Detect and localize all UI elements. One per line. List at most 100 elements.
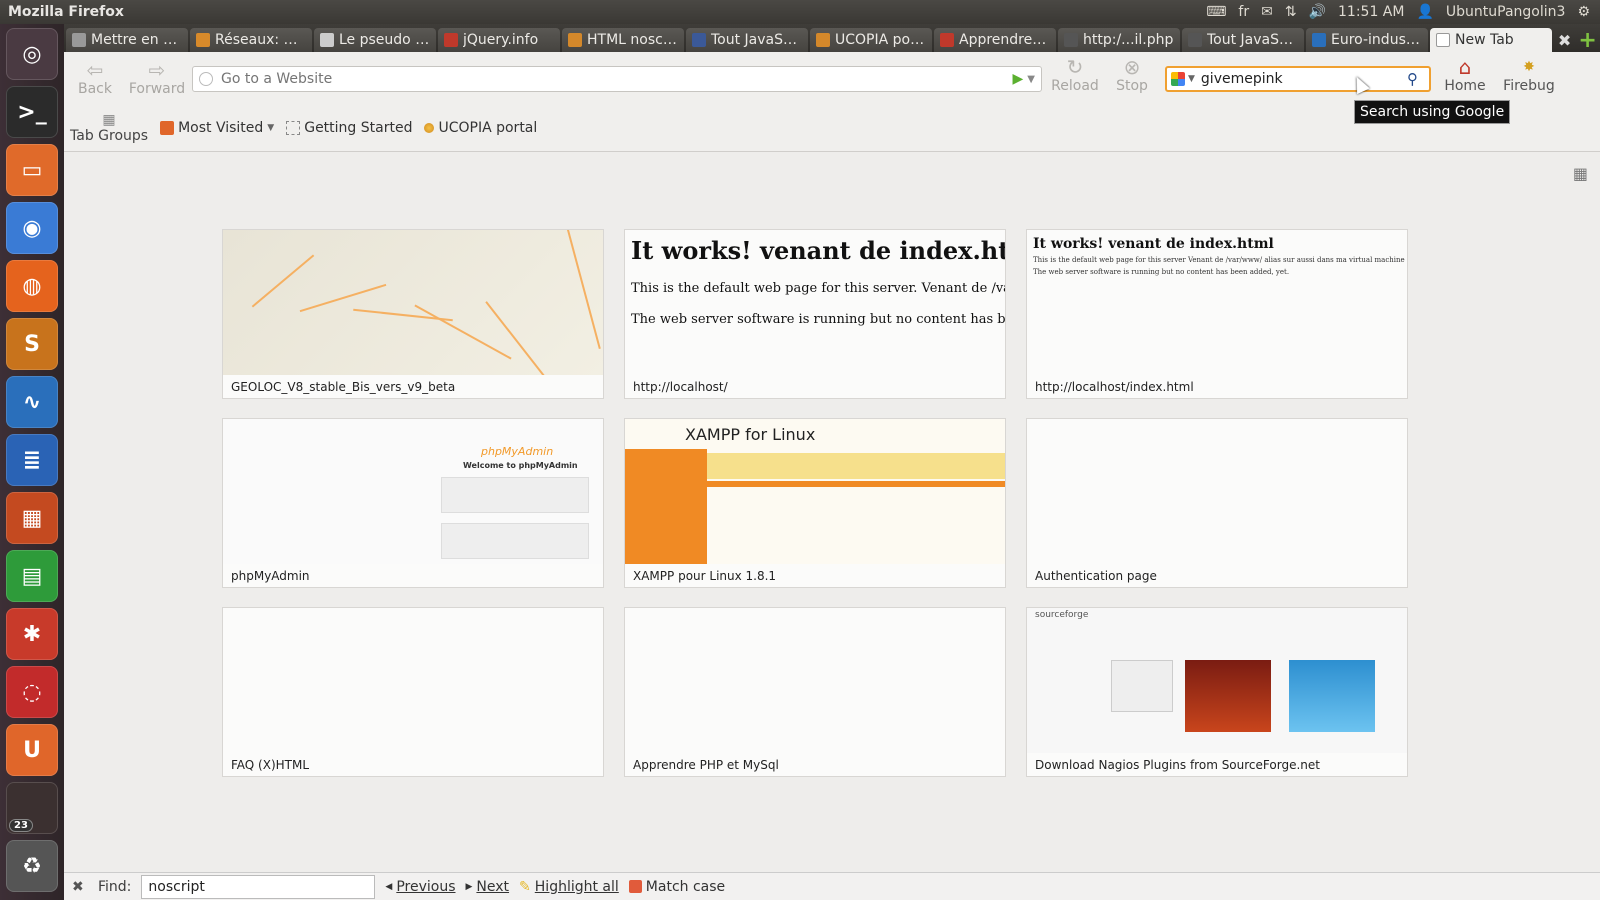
google-icon[interactable] (1171, 72, 1185, 86)
launcher-workspaces-icon[interactable]: 23 (6, 782, 58, 834)
launcher-software-icon[interactable]: U (6, 724, 58, 776)
bookmark-getting-started[interactable]: Getting Started (286, 120, 412, 136)
thumbnail-title: http://localhost/index.html (1035, 380, 1194, 394)
bookmark-ucopia[interactable]: UCOPIA portal (424, 120, 537, 136)
site-thumbnail[interactable]: It works! venant de index.html This is th… (1026, 229, 1408, 399)
clock[interactable]: 11:51 AM (1338, 4, 1404, 20)
launcher-trash-icon[interactable]: ♻ (6, 840, 58, 892)
bookmark-most-visited[interactable]: Most Visited ▼ (160, 120, 274, 136)
network-icon[interactable]: ⇅ (1285, 4, 1297, 20)
tab-label: UCOPIA por... (835, 32, 926, 48)
tab-label: http:/...il.php (1083, 32, 1174, 48)
browser-tab[interactable]: UCOPIA por... (810, 28, 932, 52)
arrow-left-icon: ◀ (385, 881, 393, 892)
bookmark-label: UCOPIA portal (438, 119, 538, 136)
launcher-monitor-icon[interactable]: ∿ (6, 376, 58, 428)
preview-box (1111, 660, 1173, 712)
user-name[interactable]: UbuntuPangolin3 (1446, 4, 1566, 20)
thumbnail-preview: It works! venant de index.ht This is the … (625, 230, 1005, 375)
find-input[interactable] (141, 874, 376, 899)
browser-tab[interactable]: Réseaux: Q... (190, 28, 312, 52)
close-icon[interactable]: ✖ (72, 879, 88, 895)
browser-tab[interactable]: Euro-indust... (1306, 28, 1428, 52)
thumbnail-title: phpMyAdmin (231, 569, 310, 583)
firebug-button[interactable]: ✸ Firebug (1494, 56, 1564, 94)
browser-tab[interactable]: Tout JavaSc... (1182, 28, 1304, 52)
site-thumbnail[interactable]: Apprendre PHP et MySql (624, 607, 1006, 777)
launcher-terminal-icon[interactable]: >_ (6, 86, 58, 138)
back-button[interactable]: ⇦ Back (64, 59, 126, 97)
stop-button[interactable]: ⊗ Stop (1101, 56, 1163, 94)
url-input[interactable] (221, 71, 1013, 87)
browser-tab[interactable]: jQuery.info (438, 28, 560, 52)
reload-label: Reload (1051, 78, 1099, 94)
site-identity-icon[interactable] (199, 72, 213, 86)
thumbnail-title: http://localhost/ (633, 380, 728, 394)
favicon-icon (1436, 33, 1450, 47)
browser-tab[interactable]: Le pseudo - ... (314, 28, 436, 52)
launcher-settings-icon[interactable]: ✱ (6, 608, 58, 660)
launcher-writer-icon[interactable]: ≣ (6, 434, 58, 486)
launcher-files-icon[interactable]: ▭ (6, 144, 58, 196)
thumbnail-preview: XAMPP for Linux (625, 419, 1005, 564)
folder-icon (160, 120, 175, 135)
tab-label: Réseaux: Q... (215, 32, 306, 48)
url-bar[interactable]: ▶ ▼ (192, 66, 1042, 92)
keyboard-icon[interactable]: ⌨ (1206, 4, 1226, 20)
close-tab-icon[interactable]: ✖ (1554, 28, 1575, 52)
launcher-ubuntu-dash-icon[interactable]: ◎ (6, 28, 58, 80)
forward-button[interactable]: ⇨ Forward (126, 59, 188, 97)
tab-label: Apprendre ... (959, 32, 1050, 48)
highlight-all-button[interactable]: ✎ Highlight all (519, 879, 619, 895)
keyboard-layout[interactable]: fr (1238, 4, 1249, 20)
map-road (299, 283, 387, 313)
browser-tab[interactable]: http:/...il.php (1058, 28, 1180, 52)
forward-arrow-icon: ⇨ (148, 58, 166, 82)
reload-button[interactable]: ↻ Reload (1044, 56, 1106, 94)
browser-tab[interactable]: Tout JavaSc... (686, 28, 808, 52)
site-thumbnail[interactable]: Authentication page (1026, 418, 1408, 588)
thumbnail-title: GEOLOC_V8_stable_Bis_vers_v9_beta (231, 380, 456, 394)
site-thumbnail[interactable]: XAMPP for Linux XAMPP pour Linux 1.8.1 (624, 418, 1006, 588)
find-next-button[interactable]: ▶ Next (466, 879, 510, 895)
find-previous-button[interactable]: ◀ Previous (385, 879, 455, 895)
thumbnail-preview (1027, 419, 1407, 564)
preview-text: This is the default web page for this se… (1033, 256, 1407, 264)
search-icon[interactable]: ⚲ (1407, 70, 1429, 88)
gear-icon[interactable]: ⚙ (1577, 4, 1590, 20)
launcher-impress-icon[interactable]: ▦ (6, 492, 58, 544)
volume-icon[interactable]: 🔊 (1309, 4, 1326, 20)
grid-icon[interactable]: ▦ (1573, 164, 1588, 183)
launcher-chromium-icon[interactable]: ◉ (6, 202, 58, 254)
site-thumbnail[interactable]: phpMyAdmin Welcome to phpMyAdmin phpMyAdmi… (222, 418, 604, 588)
launcher-apps-icon[interactable]: ◌ (6, 666, 58, 718)
launcher-firefox-icon[interactable]: ◍ (6, 260, 58, 312)
launcher-sublime-icon[interactable]: S (6, 318, 58, 370)
mail-icon[interactable]: ✉ (1261, 4, 1273, 20)
firebug-icon: ✸ (1523, 59, 1535, 75)
site-thumbnail[interactable]: FAQ (X)HTML (222, 607, 604, 777)
history-dropdown-icon[interactable]: ▼ (1027, 74, 1035, 85)
thumbnail-title: FAQ (X)HTML (231, 758, 310, 772)
favicon-icon (444, 33, 458, 47)
favicon-icon (816, 33, 830, 47)
new-tab-button[interactable]: + (1575, 28, 1600, 53)
launcher-calc-icon[interactable]: ▤ (6, 550, 58, 602)
tab-groups-button[interactable]: ▦ Tab Groups (70, 112, 148, 144)
engine-dropdown-icon[interactable]: ▼ (1188, 74, 1195, 84)
go-arrow-icon[interactable]: ▶ (1013, 71, 1024, 87)
site-thumbnail[interactable]: GEOLOC_V8_stable_Bis_vers_v9_beta (222, 229, 604, 399)
user-icon: 👤 (1416, 4, 1434, 20)
browser-tab[interactable]: Apprendre ... (934, 28, 1056, 52)
search-bar[interactable]: ▼ ⚲ (1165, 66, 1431, 92)
browser-tab[interactable]: HTML noscr... (562, 28, 684, 52)
site-thumbnail[interactable]: sourceforge Download Nagios Plugins from … (1026, 607, 1408, 777)
browser-tab[interactable]: Mettre en p... (66, 28, 188, 52)
preview-text: This is the default web page for this se… (631, 281, 1005, 296)
search-input[interactable] (1200, 71, 1407, 87)
browser-tab[interactable]: New Tab (1430, 28, 1552, 52)
site-thumbnail[interactable]: It works! venant de index.ht This is the … (624, 229, 1006, 399)
bookmark-label: Getting Started (304, 119, 413, 136)
home-button[interactable]: ⌂ Home (1434, 56, 1496, 94)
match-case-checkbox[interactable]: Match case (628, 879, 725, 895)
